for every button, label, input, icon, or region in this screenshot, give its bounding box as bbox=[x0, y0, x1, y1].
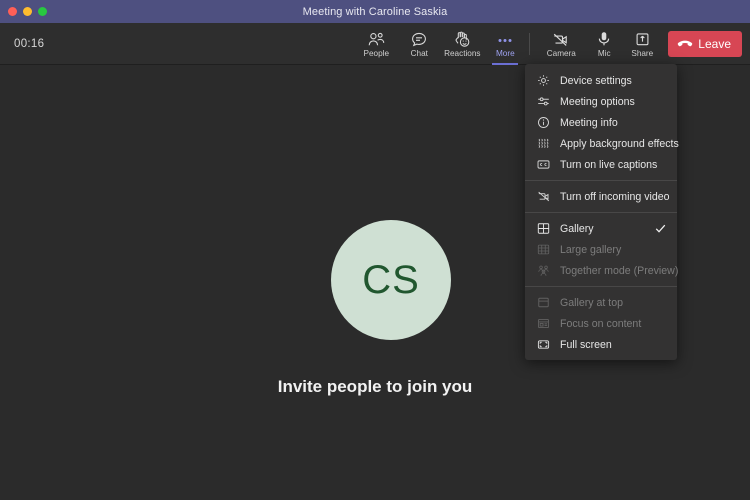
menu-label: Large gallery bbox=[560, 243, 622, 256]
camera-off-icon bbox=[552, 30, 570, 47]
together-mode-icon bbox=[536, 263, 551, 278]
toolbar-button-reactions[interactable]: Reactions bbox=[438, 23, 486, 65]
menu-item-large-gallery: Large gallery bbox=[525, 239, 677, 260]
window-title: Meeting with Caroline Saskia bbox=[302, 5, 448, 18]
menu-separator bbox=[525, 286, 677, 287]
menu-item-meeting-options[interactable]: Meeting options bbox=[525, 91, 677, 112]
menu-label: Device settings bbox=[560, 74, 632, 87]
people-icon bbox=[368, 30, 385, 47]
meeting-window: Meeting with Caroline Saskia 00:16 Peopl… bbox=[0, 0, 750, 500]
sliders-icon bbox=[536, 94, 551, 109]
toolbar-label-chat: Chat bbox=[410, 48, 428, 58]
toolbar-button-share[interactable]: Share bbox=[623, 23, 661, 65]
menu-label: Apply background effects bbox=[560, 137, 679, 150]
closed-captions-icon bbox=[536, 157, 551, 172]
toolbar-divider bbox=[529, 33, 531, 55]
toolbar-button-camera[interactable]: Camera bbox=[537, 23, 585, 65]
invite-people-text: Invite people to join you bbox=[277, 377, 473, 396]
toolbar-label-people: People bbox=[363, 48, 390, 58]
toolbar-label-more: More bbox=[495, 48, 515, 58]
toolbar-label-camera: Camera bbox=[546, 48, 576, 58]
menu-label: Gallery at top bbox=[560, 296, 624, 309]
toolbar-label-mic: Mic bbox=[597, 48, 611, 58]
gear-icon bbox=[536, 73, 551, 88]
video-off-icon bbox=[536, 189, 551, 204]
window-controls bbox=[8, 7, 47, 16]
gallery-icon bbox=[536, 221, 551, 236]
meeting-toolbar: 00:16 People Chat Reactions More Camera … bbox=[0, 23, 750, 65]
toolbar-button-chat[interactable]: Chat bbox=[400, 23, 438, 65]
gallery-at-top-icon bbox=[536, 295, 551, 310]
reactions-icon bbox=[453, 30, 471, 47]
toolbar-label-share: Share bbox=[631, 48, 654, 58]
menu-label: Together mode (Preview) bbox=[560, 264, 679, 277]
toolbar-actions: People Chat Reactions More Camera Mic Sh… bbox=[352, 23, 750, 65]
close-window-button[interactable] bbox=[8, 7, 17, 16]
leave-button[interactable]: Leave bbox=[668, 31, 742, 57]
toolbar-button-more[interactable]: More bbox=[486, 23, 524, 65]
menu-item-gallery[interactable]: Gallery bbox=[525, 218, 677, 239]
menu-label: Full screen bbox=[560, 338, 612, 351]
full-screen-icon bbox=[536, 337, 551, 352]
menu-item-together-mode: Together mode (Preview) bbox=[525, 260, 679, 281]
menu-item-device-settings[interactable]: Device settings bbox=[525, 70, 677, 91]
menu-label: Meeting info bbox=[560, 116, 618, 129]
title-bar: Meeting with Caroline Saskia bbox=[0, 0, 750, 23]
toolbar-button-people[interactable]: People bbox=[352, 23, 400, 65]
menu-item-apply-background-effects[interactable]: Apply background effects bbox=[525, 133, 679, 154]
maximize-window-button[interactable] bbox=[38, 7, 47, 16]
share-icon bbox=[635, 30, 650, 47]
more-ellipsis-icon bbox=[496, 30, 514, 47]
menu-separator bbox=[525, 180, 677, 181]
menu-label: Focus on content bbox=[560, 317, 642, 330]
mic-icon bbox=[597, 30, 611, 47]
meeting-timer: 00:16 bbox=[14, 38, 45, 50]
menu-label: Turn off incoming video bbox=[560, 190, 670, 203]
more-options-menu: Device settings Meeting options Meeting … bbox=[525, 64, 679, 360]
menu-item-turn-on-live-captions[interactable]: Turn on live captions bbox=[525, 154, 677, 175]
menu-item-meeting-info[interactable]: Meeting info bbox=[525, 112, 677, 133]
avatar: CS bbox=[331, 220, 451, 340]
toolbar-button-mic[interactable]: Mic bbox=[585, 23, 623, 65]
avatar-initials: CS bbox=[362, 257, 420, 302]
large-gallery-icon bbox=[536, 242, 551, 257]
toolbar-label-reactions: Reactions bbox=[444, 48, 481, 58]
hangup-icon bbox=[677, 39, 693, 49]
chat-icon bbox=[411, 30, 427, 47]
menu-label: Gallery bbox=[560, 222, 594, 235]
menu-separator bbox=[525, 212, 677, 213]
leave-button-label: Leave bbox=[698, 37, 731, 51]
menu-item-full-screen[interactable]: Full screen bbox=[525, 334, 677, 355]
menu-item-gallery-at-top: Gallery at top bbox=[525, 292, 677, 313]
menu-item-focus-on-content: Focus on content bbox=[525, 313, 677, 334]
menu-item-turn-off-incoming-video[interactable]: Turn off incoming video bbox=[525, 186, 677, 207]
menu-label: Turn on live captions bbox=[560, 158, 658, 171]
menu-label: Meeting options bbox=[560, 95, 635, 108]
info-icon bbox=[536, 115, 551, 130]
background-effects-icon bbox=[536, 136, 551, 151]
focus-on-content-icon bbox=[536, 316, 551, 331]
checkmark-icon bbox=[654, 222, 667, 235]
minimize-window-button[interactable] bbox=[23, 7, 32, 16]
